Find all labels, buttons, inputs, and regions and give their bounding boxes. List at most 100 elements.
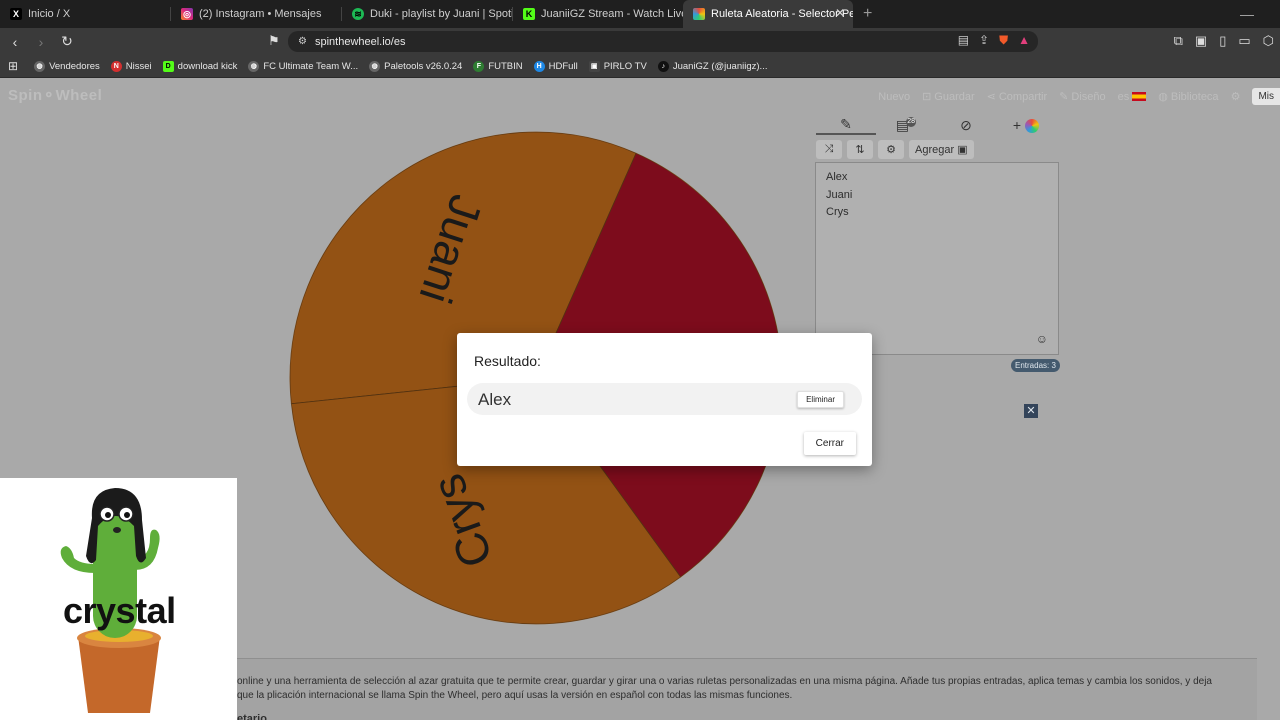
bookmark-pirlo-tv[interactable]: ▣ PIRLO TV [588,60,647,72]
url-text[interactable]: spinthewheel.io/es [315,36,406,48]
tab-kick[interactable]: K JuaniiGZ Stream - Watch Live on [513,0,683,28]
share-icon: ⋖ [986,91,996,103]
library-label: Biblioteca [1170,90,1219,103]
gear-icon: ⚙ [1230,91,1241,103]
forward-arrow-icon[interactable]: › [30,34,52,50]
reader-mode-icon[interactable]: ▤ [958,33,969,48]
minimize-window-icon[interactable]: — [1240,6,1254,22]
tab-x[interactable]: X Inicio / X [0,0,170,28]
new-tab-button[interactable]: + [863,5,872,23]
image-icon: ▣ [957,144,968,156]
add-wheel-button[interactable]: + [996,116,1056,134]
address-toolbar: ‹ › ↻ ⚑ ⚙ spinthewheel.io/es ▤ ⇪ ⛊ ▲ ⧉ ▣… [0,28,1280,55]
x-logo-icon: X [10,8,22,20]
description-text: online y una herramienta de selección al… [237,676,1212,701]
sort-button[interactable]: ⇅ [847,140,873,159]
bookmark-label: HDFull [548,60,578,72]
close-ad-icon[interactable]: ✕ [1024,404,1038,418]
bookmark-label: Vendedores [49,60,100,72]
browser-tab-bar: X Inicio / X ◎ (2) Instagram • Mensajes … [0,0,1280,28]
gear-icon: ⚙ [886,144,896,156]
share-label: Compartir [998,90,1048,103]
spinthewheel-icon [693,8,705,20]
back-arrow-icon[interactable]: ‹ [4,34,26,50]
entry-line[interactable]: Juani [826,187,1048,205]
result-row: Alex Eliminar [467,383,862,415]
tab-label: JuaniiGZ Stream - Watch Live on [541,8,683,20]
plus-icon: + [1012,116,1022,133]
browser-right-tools: ⧉ ▣ ▯ ▭ ⬡ [1174,33,1274,49]
bookmark-download-kick[interactable]: Ddownload kick [162,60,237,72]
bookmark-nissei[interactable]: N Nissei [110,60,152,72]
save-label: Guardar [934,90,975,103]
save-icon: ⊡ [922,91,932,103]
bookmark-label: FC Ultimate Team W... [263,60,359,72]
sticker-caption: crystal [63,590,176,631]
language-selector[interactable]: es [1118,91,1147,103]
result-winner-name: Alex [478,390,512,409]
extensions-icon[interactable]: ⧉ [1174,33,1183,49]
entries-textarea[interactable]: Alex Juani Crys ☺ [815,162,1059,355]
shuffle-button[interactable]: ⤨ [816,140,842,159]
spain-flag-icon [1132,92,1147,101]
bookmark-label: JuaniGZ (@juaniigz)... [672,60,768,72]
bookmark-label: FUTBIN [488,60,523,72]
instagram-icon: ◎ [181,8,193,20]
bookmark-vendedores[interactable]: ◍ Vendedores [34,60,100,72]
remove-winner-button[interactable]: Eliminar [797,391,844,408]
wallet-icon[interactable]: ▭ [1238,33,1250,49]
advanced-settings-button[interactable]: ⚙ [878,140,904,159]
hidden-entries-tab[interactable]: ⊘ [936,117,996,134]
library-button[interactable]: ◍ Biblioteca [1158,90,1219,104]
account-button[interactable]: Mis [1252,88,1280,105]
bookmark-icon[interactable]: ⚑ [268,33,280,49]
result-dialog-title: Resultado: [474,353,541,369]
brave-shield-icon[interactable]: ⛊ [999,33,1008,48]
emoji-icon[interactable]: ☺ [1036,332,1048,346]
tv-icon: ▣ [588,60,600,72]
entry-line[interactable]: Crys [826,204,1048,222]
bookmarks-bar: ⊞ ◍ Vendedores N Nissei Ddownload kick ◍ FC… [0,55,1280,78]
entries-count-badge: Entradas: 3 [1011,359,1060,372]
share-page-icon[interactable]: ⇪ [979,33,989,48]
share-button[interactable]: ⋖ Compartir [986,90,1048,104]
site-settings-icon[interactable]: ⚙ [298,36,307,47]
bookmark-fc-ultimate-team[interactable]: ◍ FC Ultimate Team W... [248,60,359,72]
results-tab[interactable]: ▤28 [876,116,936,134]
reload-icon[interactable]: ↻ [56,33,78,50]
omnibox[interactable]: ⚙ spinthewheel.io/es ▤ ⇪ ⛊ ▲ [288,31,1038,52]
tab-label: Duki - playlist by Juani | Spotify [370,8,512,20]
tab-instagram[interactable]: ◎ (2) Instagram • Mensajes [171,0,341,28]
tab-spotify[interactable]: ≋ Duki - playlist by Juani | Spotify [342,0,512,28]
add-image-label: Agregar [915,143,955,156]
bookmark-futbin[interactable]: F FUTBIN [473,60,523,72]
bookmark-hdfull[interactable]: H HDFull [533,60,578,72]
settings-button[interactable]: ⚙ [1231,90,1241,103]
design-button[interactable]: ✎ Diseño [1059,90,1105,104]
edit-entries-tab[interactable]: ✎ [816,116,876,135]
sidebar-icon[interactable]: ▯ [1219,33,1226,49]
pencil-icon: ✎ [840,115,852,132]
bookmark-paletools[interactable]: ◍ Paletools v26.0.24 [369,60,462,72]
bookmark-label: Nissei [125,60,152,72]
apps-grid-icon[interactable]: ⊞ [8,59,18,73]
save-button[interactable]: ⊡ Guardar [922,90,975,104]
site-logo[interactable]: Spin⚬Wheel [8,86,102,104]
new-button[interactable]: Nuevo [878,91,910,103]
screenshot-icon[interactable]: ▣ [1195,33,1207,49]
entry-line[interactable]: Alex [826,169,1048,187]
description-section: online y una herramienta de selección al… [237,658,1257,720]
bookmark-tiktok-juanigz[interactable]: ♪ JuaniGZ (@juaniigz)... [657,60,768,72]
result-dialog: Resultado: Alex Eliminar Cerrar [457,333,872,466]
spotify-icon: ≋ [352,8,364,20]
eye-slash-icon: ⊘ [960,116,972,133]
section-heading: etario [237,713,267,720]
brave-menu-icon[interactable]: ⬡ [1263,33,1274,49]
close-tab-icon[interactable]: ✕ [835,6,845,20]
entries-panel-tabs: ✎ ▤28 ⊘ + [816,114,1060,136]
tab-spinthewheel[interactable]: Ruleta Aleatoria - Selector Perso ✕ [683,0,853,28]
tiktok-icon: ♪ [657,60,669,72]
close-dialog-button[interactable]: Cerrar [803,432,856,455]
brave-rewards-icon[interactable]: ▲ [1018,33,1030,48]
add-image-button[interactable]: Agregar ▣ [909,140,974,159]
